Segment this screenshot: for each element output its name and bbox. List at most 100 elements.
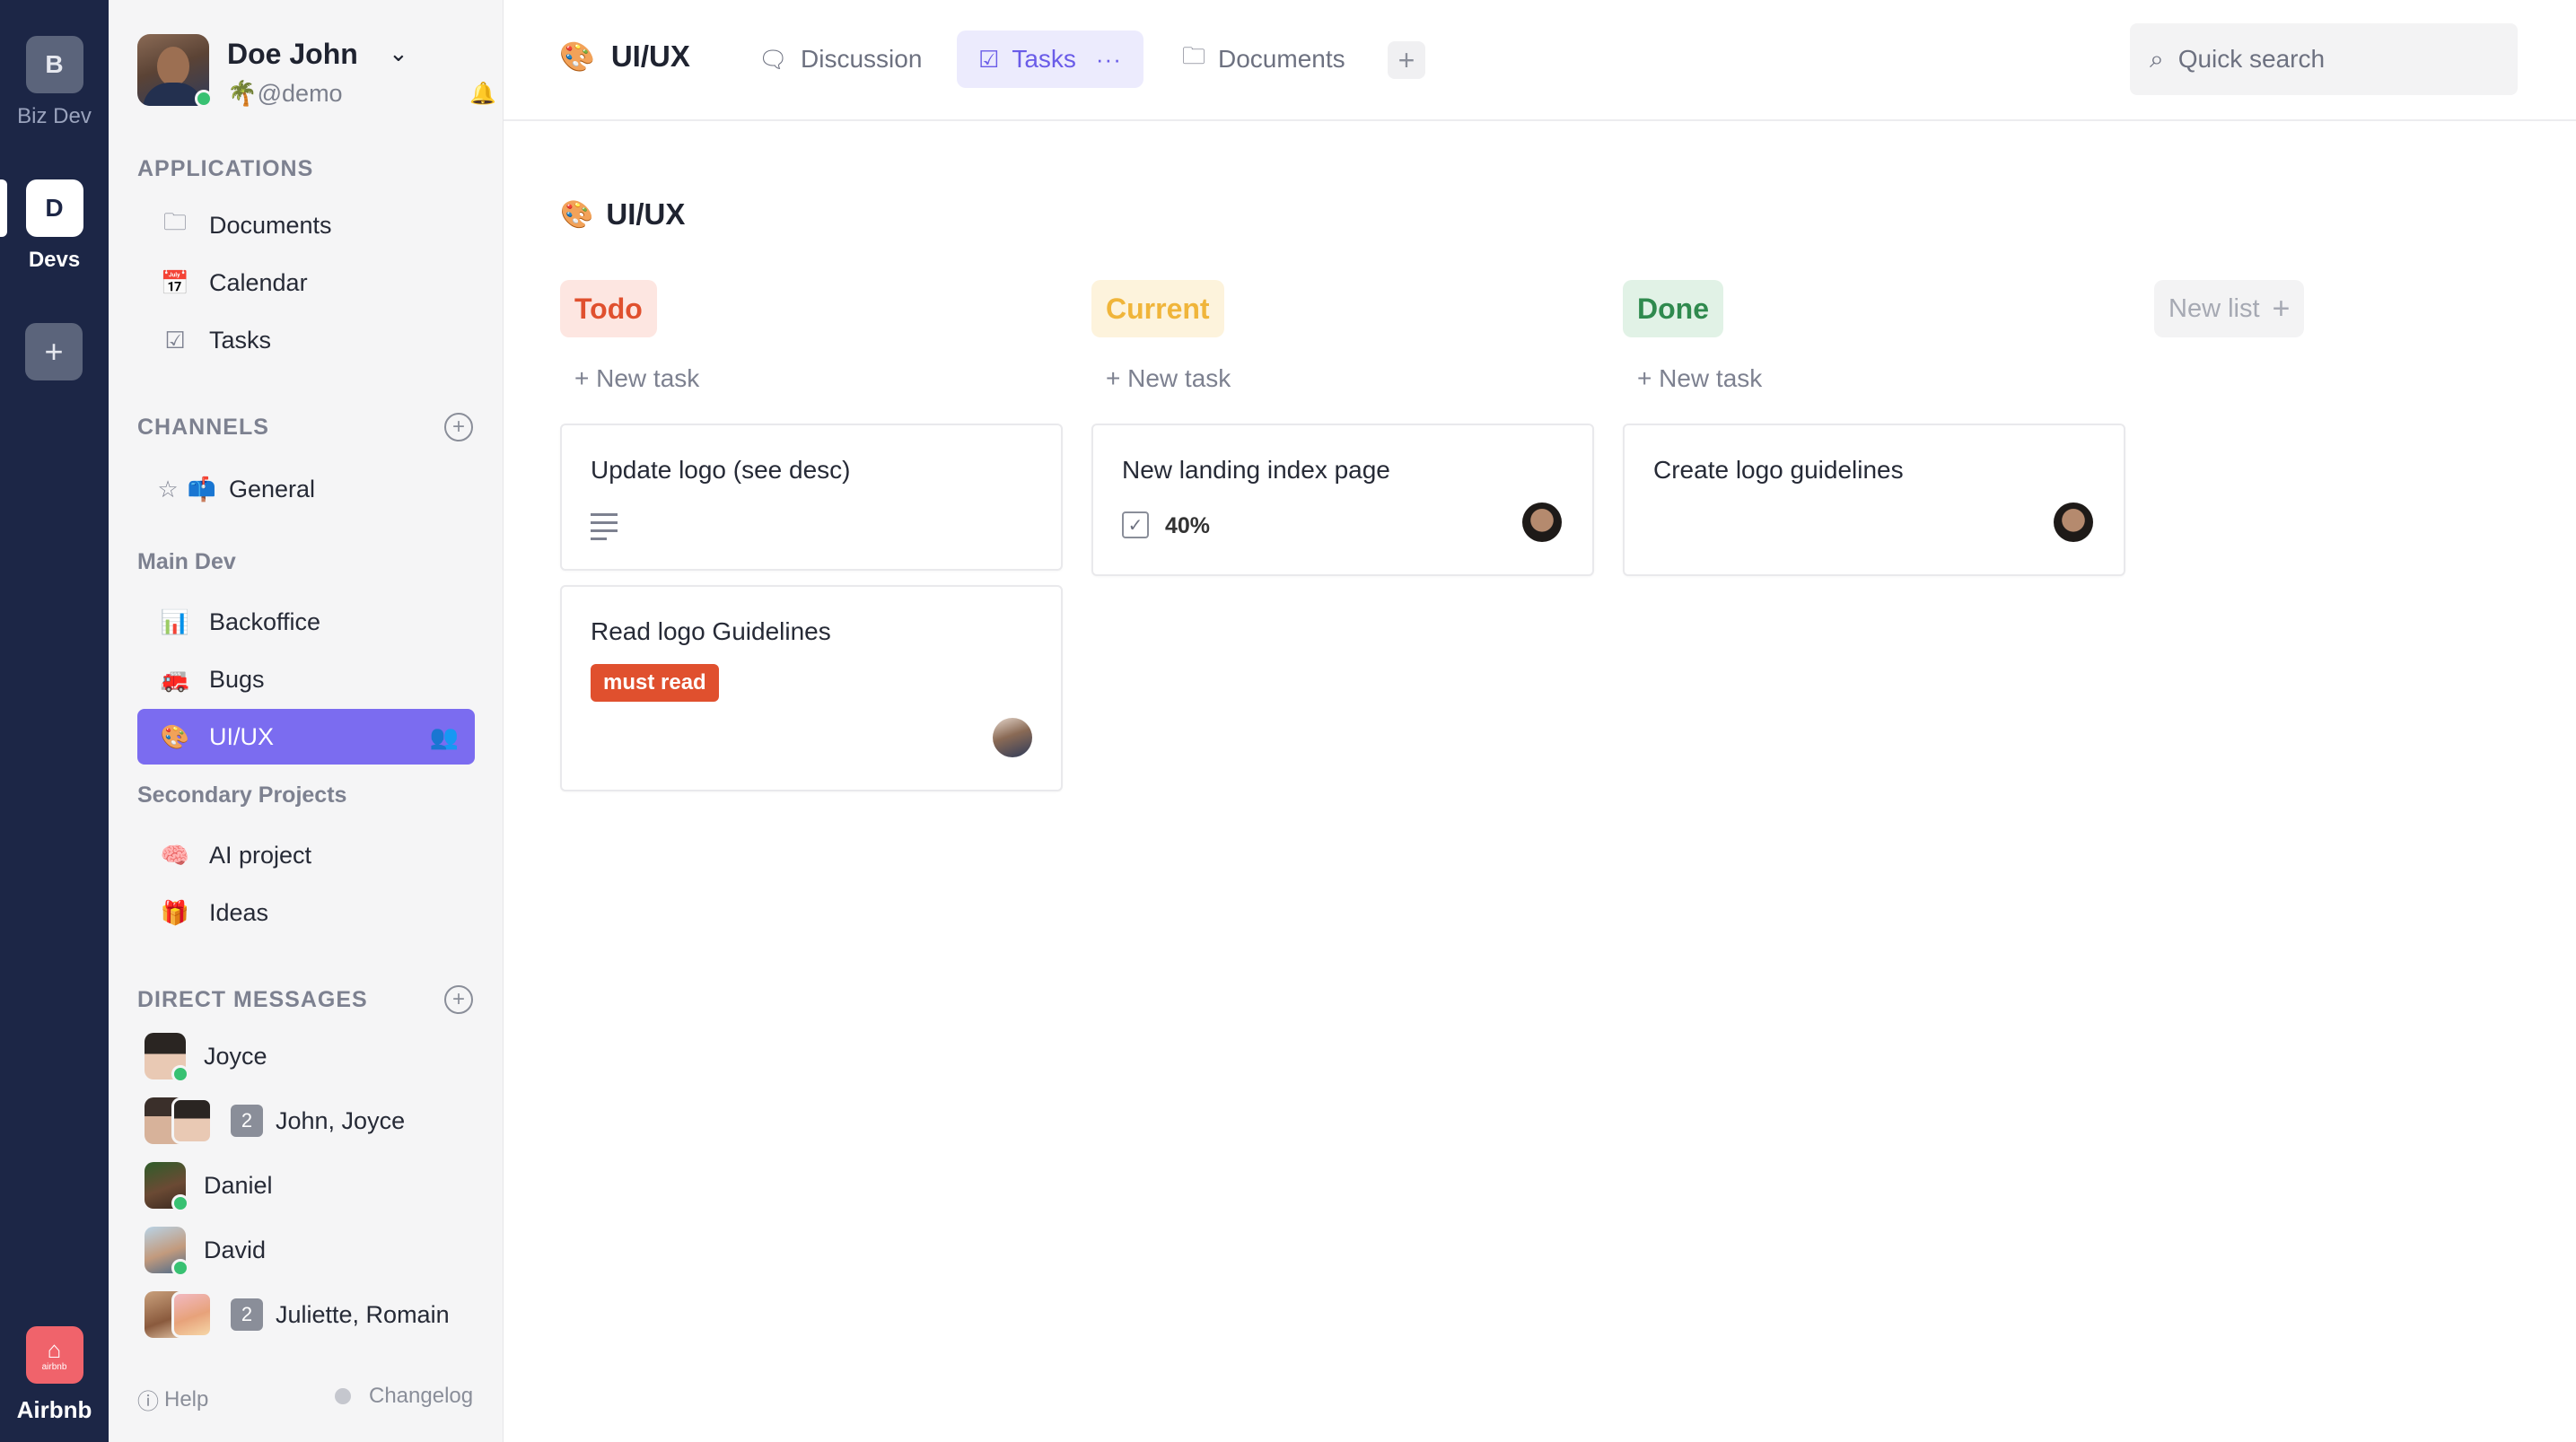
- gift-icon: 🎁: [160, 898, 190, 926]
- sidebar-item-ideas[interactable]: 🎁 Ideas: [137, 885, 475, 940]
- palm-icon: 🌴: [227, 80, 258, 107]
- palette-icon: 🎨: [559, 40, 595, 73]
- avatar: [145, 1162, 189, 1212]
- workspace-label: Devs: [28, 248, 81, 272]
- fire-engine-icon: 🚒: [160, 665, 190, 693]
- plus-icon: +: [2272, 291, 2291, 326]
- notification-bell-icon[interactable]: 🔔: [469, 81, 496, 107]
- sidebar-item-general[interactable]: ☆ 📫 General: [137, 461, 475, 517]
- members-icon[interactable]: 👥: [430, 723, 459, 751]
- dm-item-joyce[interactable]: Joyce: [145, 1028, 267, 1084]
- checkbox-icon: ☑: [164, 326, 186, 354]
- brain-icon: 🧠: [160, 841, 190, 869]
- top-bar: 🎨 UI/UX 🗨 Discussion ☑ Tasks ··· 🗀 Documents…: [504, 0, 2576, 121]
- workspace-biz-dev[interactable]: B Biz Dev: [0, 36, 109, 129]
- calendar-icon: 📅: [160, 268, 190, 296]
- board-title: 🎨 UI/UX: [560, 197, 686, 231]
- changelog-link[interactable]: Changelog: [335, 1384, 473, 1409]
- sidebar-item-documents[interactable]: 🗀 Documents: [137, 197, 475, 253]
- workspace-devs[interactable]: D Devs: [0, 179, 109, 273]
- avatar: [145, 1033, 189, 1083]
- group-heading-secondary-projects: Secondary Projects: [137, 782, 347, 808]
- profile-name: Doe John: [227, 38, 358, 70]
- add-tab-button[interactable]: +: [1388, 41, 1425, 79]
- new-list-button[interactable]: New list +: [2154, 280, 2305, 337]
- search-input[interactable]: ⌕ Quick search: [2130, 23, 2518, 95]
- avatar: [145, 1097, 213, 1144]
- bar-chart-icon: 📊: [160, 607, 190, 635]
- new-task-button[interactable]: + New task: [574, 364, 699, 393]
- plus-icon: +: [1398, 43, 1415, 76]
- help-link[interactable]: ⓘ Help: [137, 1384, 208, 1415]
- palette-icon: 🎨: [560, 199, 594, 230]
- sidebar-item-bugs[interactable]: 🚒 Bugs: [137, 651, 475, 707]
- applications-heading: APPLICATIONS: [137, 156, 314, 181]
- channels-heading: CHANNELS: [137, 415, 269, 440]
- more-options-icon[interactable]: ···: [1096, 46, 1122, 74]
- chevron-down-icon[interactable]: ⌄: [389, 39, 408, 67]
- palette-icon: 🎨: [160, 722, 190, 750]
- profile-handle: 🌴@demo: [227, 80, 343, 107]
- group-heading-main-dev: Main Dev: [137, 549, 236, 574]
- task-title: Update logo (see desc): [591, 456, 851, 484]
- airbnb-logo-icon: ⌂ airbnb: [25, 1326, 83, 1384]
- online-status-dot: [195, 90, 213, 108]
- member-count-badge: 2: [231, 1105, 263, 1137]
- dm-item-juliette-romain[interactable]: 2 Juliette, Romain: [145, 1287, 450, 1342]
- workspace-label: Biz Dev: [17, 104, 92, 128]
- task-card[interactable]: Read logo Guidelines must read: [560, 585, 1063, 791]
- chat-bubbles-icon: 🗨: [758, 45, 789, 73]
- sidebar-item-backoffice[interactable]: 📊 Backoffice: [137, 594, 475, 650]
- add-channel-button[interactable]: +: [444, 413, 473, 441]
- column-label-done[interactable]: Done: [1623, 280, 1723, 337]
- brand-label: Airbnb: [16, 1396, 92, 1423]
- tag-badge: must read: [591, 664, 719, 702]
- task-title: Read logo Guidelines: [591, 617, 831, 645]
- brand-workspace[interactable]: ⌂ airbnb Airbnb: [0, 1326, 109, 1424]
- workspace-tile: B: [25, 36, 83, 93]
- tab-documents[interactable]: 🗀 Documents: [1161, 31, 1367, 88]
- task-card[interactable]: Update logo (see desc): [560, 424, 1063, 571]
- column-label-current[interactable]: Current: [1091, 280, 1224, 337]
- workspace-tile: D: [25, 179, 83, 237]
- member-count-badge: 2: [231, 1298, 263, 1331]
- direct-messages-heading: DIRECT MESSAGES: [137, 987, 368, 1012]
- add-workspace-button[interactable]: +: [25, 323, 83, 380]
- task-title: Create logo guidelines: [1653, 456, 1904, 484]
- add-direct-message-button[interactable]: +: [444, 985, 473, 1014]
- assignee-avatar[interactable]: [1522, 503, 1562, 542]
- search-icon: ⌕: [2150, 44, 2164, 73]
- help-circle-icon: ⓘ: [137, 1390, 159, 1414]
- avatar: [145, 1291, 213, 1338]
- task-card[interactable]: Create logo guidelines: [1623, 424, 2125, 576]
- assignee-avatar[interactable]: [2054, 503, 2093, 542]
- dm-item-john-joyce[interactable]: 2 John, Joyce: [145, 1093, 405, 1149]
- avatar: [145, 1227, 189, 1277]
- folder-icon: 🗀: [1182, 42, 1206, 69]
- folder-icon: 🗀: [162, 208, 187, 235]
- dm-item-daniel[interactable]: Daniel: [145, 1158, 273, 1213]
- star-icon[interactable]: ☆: [157, 476, 179, 503]
- sidebar-item-ai-project[interactable]: 🧠 AI project: [137, 827, 475, 883]
- new-task-button[interactable]: + New task: [1637, 364, 1762, 393]
- new-task-button[interactable]: + New task: [1106, 364, 1231, 393]
- description-icon: [591, 513, 618, 546]
- column-label-todo[interactable]: Todo: [560, 280, 657, 337]
- checkbox-icon: ☑: [978, 45, 1000, 73]
- sidebar-item-ui-ux[interactable]: 🎨 UI/UX 👥: [137, 709, 475, 765]
- task-title: New landing index page: [1122, 456, 1390, 484]
- tab-tasks[interactable]: ☑ Tasks ···: [957, 31, 1143, 88]
- assignee-avatar[interactable]: [993, 718, 1032, 757]
- checklist-icon: ✓: [1122, 511, 1149, 538]
- dm-item-david[interactable]: David: [145, 1222, 266, 1278]
- workspace-rail: B Biz Dev D Devs + ⌂ airbnb Airbnb: [0, 0, 109, 1442]
- task-card[interactable]: New landing index page ✓ 40%: [1091, 424, 1594, 576]
- page-title: 🎨 UI/UX: [559, 39, 690, 73]
- progress-value: 40%: [1165, 513, 1211, 538]
- profile-menu[interactable]: Doe John ⌄ 🌴@demo 🔔: [137, 34, 496, 108]
- sidebar-item-tasks[interactable]: ☑ Tasks: [137, 312, 475, 368]
- sidebar-item-calendar[interactable]: 📅 Calendar: [137, 255, 475, 310]
- mailbox-icon: 📫: [187, 475, 217, 503]
- tab-discussion[interactable]: 🗨 Discussion: [737, 31, 943, 88]
- sidebar: Doe John ⌄ 🌴@demo 🔔 APPLICATIONS 🗀 Docume…: [109, 0, 504, 1442]
